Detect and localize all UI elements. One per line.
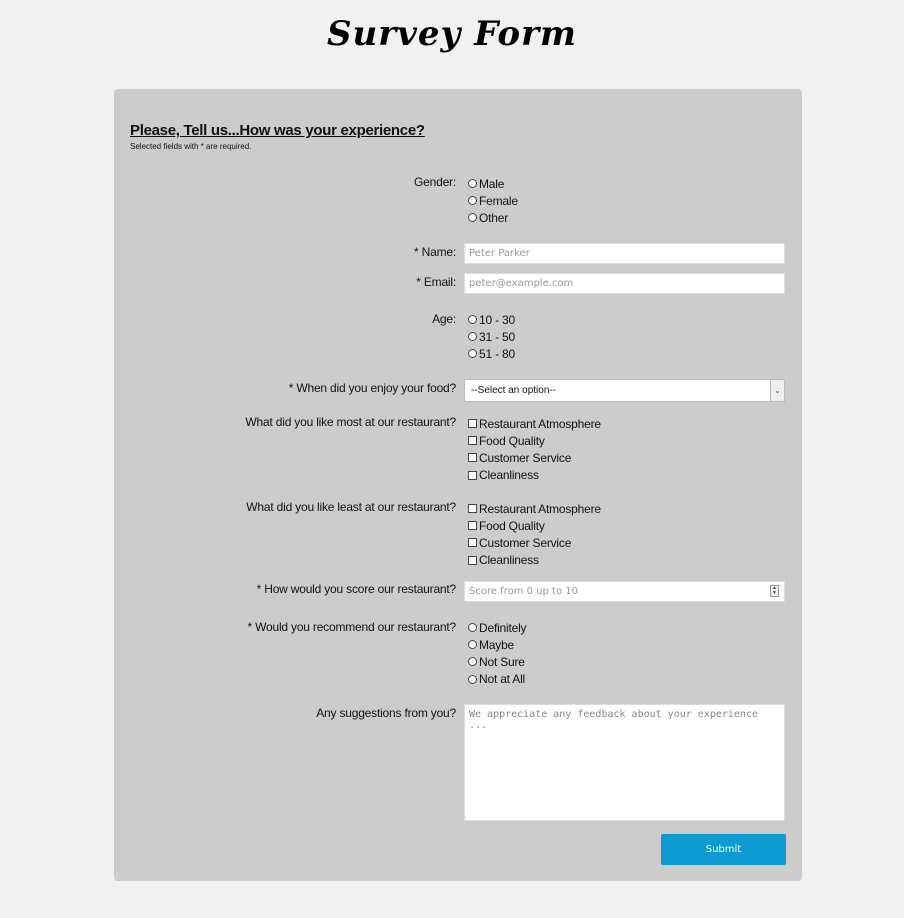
- radio-icon[interactable]: [468, 674, 477, 684]
- liked-most-customer-service[interactable]: Customer Service: [468, 449, 601, 466]
- liked-least-customer-service[interactable]: Customer Service: [468, 534, 601, 551]
- gender-option-female[interactable]: Female: [468, 192, 518, 209]
- age-options: 10 - 30 31 - 50 51 - 80: [468, 311, 515, 363]
- radio-icon[interactable]: [468, 349, 477, 359]
- radio-icon[interactable]: [468, 213, 477, 223]
- liked-most-atmosphere[interactable]: Restaurant Atmosphere: [468, 415, 601, 432]
- checkbox-icon[interactable]: [468, 555, 477, 565]
- suggestions-textarea[interactable]: [464, 704, 785, 821]
- suggestions-label: Any suggestions from you?: [316, 706, 456, 720]
- score-wrapper: ▲▼: [464, 581, 785, 602]
- liked-least-atmosphere[interactable]: Restaurant Atmosphere: [468, 500, 601, 517]
- age-option-10-30[interactable]: 10 - 30: [468, 311, 515, 328]
- gender-option-other[interactable]: Other: [468, 209, 518, 226]
- checkbox-icon[interactable]: [468, 419, 477, 429]
- checkbox-icon[interactable]: [468, 538, 477, 548]
- liked-most-food-quality[interactable]: Food Quality: [468, 432, 601, 449]
- gender-option-male[interactable]: Male: [468, 175, 518, 192]
- food-time-label: * When did you enjoy your food?: [288, 381, 456, 395]
- recommend-option-definitely[interactable]: Definitely: [468, 619, 527, 636]
- recommend-label: * Would you recommend our restaurant?: [247, 620, 457, 634]
- required-note: Selected fields with * are required.: [130, 142, 252, 151]
- chevron-down-icon[interactable]: ⌄: [770, 380, 784, 401]
- radio-icon[interactable]: [468, 315, 477, 325]
- spinner-arrows-icon[interactable]: ▲ ▼: [770, 585, 779, 597]
- liked-least-label: What did you like least at our restauran…: [246, 500, 456, 514]
- recommend-option-not-sure[interactable]: Not Sure: [468, 653, 526, 670]
- form-headline: Please, Tell us...How was your experienc…: [130, 122, 425, 139]
- email-label: * Email:: [416, 275, 456, 289]
- radio-icon[interactable]: [468, 196, 477, 206]
- submit-button[interactable]: Submit: [661, 834, 786, 865]
- name-label: * Name:: [414, 245, 456, 259]
- food-time-select[interactable]: --Select an option-- ⌄: [464, 379, 785, 402]
- score-label: * How would you score our restaurant?: [256, 582, 457, 596]
- liked-most-options: Restaurant Atmosphere Food Quality Custo…: [468, 415, 601, 484]
- radio-icon[interactable]: [468, 332, 477, 342]
- radio-icon[interactable]: [468, 640, 477, 650]
- page-title: Survey Form: [326, 14, 577, 54]
- radio-icon[interactable]: [468, 179, 477, 189]
- name-field[interactable]: [464, 243, 785, 264]
- liked-least-cleanliness[interactable]: Cleanliness: [468, 552, 601, 569]
- checkbox-icon[interactable]: [468, 504, 477, 514]
- survey-form: Please, Tell us...How was your experienc…: [114, 89, 802, 881]
- checkbox-icon[interactable]: [468, 470, 477, 480]
- age-label: Age:: [432, 312, 456, 326]
- recommend-options: Definitely Maybe Not Sure Not at All: [468, 619, 527, 688]
- radio-icon[interactable]: [468, 623, 477, 633]
- gender-label: Gender:: [414, 175, 456, 189]
- age-option-31-50[interactable]: 31 - 50: [468, 328, 515, 345]
- checkbox-icon[interactable]: [468, 436, 477, 446]
- radio-icon[interactable]: [468, 657, 477, 667]
- recommend-option-maybe[interactable]: Maybe: [468, 636, 526, 653]
- age-option-51-80[interactable]: 51 - 80: [468, 345, 515, 362]
- email-field[interactable]: [464, 273, 785, 294]
- liked-least-food-quality[interactable]: Food Quality: [468, 517, 601, 534]
- liked-most-cleanliness[interactable]: Cleanliness: [468, 467, 601, 484]
- checkbox-icon[interactable]: [468, 521, 477, 531]
- food-time-selected: --Select an option--: [471, 385, 557, 396]
- gender-options: Male Female Other: [468, 175, 518, 227]
- checkbox-icon[interactable]: [468, 453, 477, 463]
- recommend-option-not-at-all[interactable]: Not at All: [468, 671, 526, 688]
- liked-most-label: What did you like most at our restaurant…: [245, 415, 456, 429]
- score-field[interactable]: [464, 581, 785, 602]
- liked-least-options: Restaurant Atmosphere Food Quality Custo…: [468, 500, 601, 569]
